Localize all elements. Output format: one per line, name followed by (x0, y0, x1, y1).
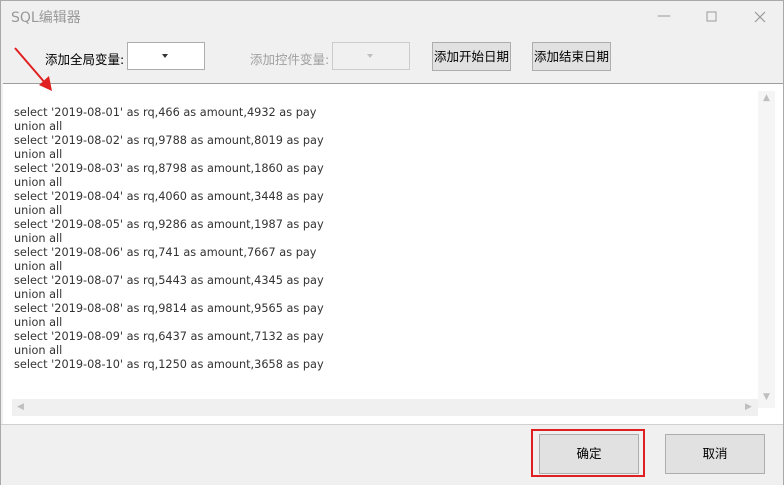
code-line: select '2019-08-06' as rq,741 as amount,… (14, 246, 317, 259)
sql-code[interactable]: select '2019-08-01' as rq,466 as amount,… (14, 106, 324, 372)
close-icon[interactable] (737, 1, 783, 32)
vertical-scrollbar[interactable]: ▲ ▼ (758, 91, 775, 408)
ok-button-highlight (531, 429, 645, 477)
code-line: select '2019-08-07' as rq,5443 as amount… (14, 274, 324, 287)
code-line: union all (14, 120, 63, 133)
code-line: union all (14, 148, 63, 161)
add-end-date-button[interactable]: 添加结束日期 (532, 42, 611, 71)
chevron-down-icon (367, 54, 373, 58)
code-line: union all (14, 344, 63, 357)
scroll-down-icon[interactable]: ▼ (763, 392, 770, 402)
sql-editor-window: SQL编辑器 — 添加全局变量: 添加控件变量: 添加开始日期 添加结束日期 s… (0, 0, 784, 485)
code-line: select '2019-08-10' as rq,1250 as amount… (14, 358, 324, 371)
close-x (754, 11, 766, 23)
control-var-select[interactable] (332, 42, 410, 70)
scroll-right-icon[interactable]: ▶ (745, 402, 752, 412)
code-line: union all (14, 260, 63, 273)
code-line: select '2019-08-09' as rq,6437 as amount… (14, 330, 324, 343)
title-bar: SQL编辑器 — (1, 1, 783, 32)
maximize-square (706, 11, 717, 22)
scroll-up-icon[interactable]: ▲ (763, 93, 770, 103)
control-var-label: 添加控件变量: (250, 52, 330, 67)
code-line: union all (14, 316, 63, 329)
code-line: select '2019-08-03' as rq,8798 as amount… (14, 162, 324, 175)
code-line: union all (14, 232, 63, 245)
dialog-footer: 确定 取消 (1, 424, 783, 485)
chevron-down-icon (162, 54, 168, 58)
maximize-icon[interactable] (689, 1, 735, 32)
window-title: SQL编辑器 (11, 10, 81, 26)
sql-editor[interactable]: select '2019-08-01' as rq,466 as amount,… (3, 83, 783, 424)
code-line: union all (14, 204, 63, 217)
code-line: select '2019-08-02' as rq,9788 as amount… (14, 134, 324, 147)
code-line: union all (14, 288, 63, 301)
scroll-left-icon[interactable]: ◀ (17, 402, 24, 412)
global-var-select[interactable] (127, 42, 205, 70)
minimize-icon[interactable]: — (641, 1, 687, 32)
code-line: select '2019-08-05' as rq,9286 as amount… (14, 218, 324, 231)
code-line: select '2019-08-04' as rq,4060 as amount… (14, 190, 324, 203)
cancel-button[interactable]: 取消 (665, 434, 765, 474)
annotation-arrow-icon (14, 47, 52, 91)
code-line: select '2019-08-01' as rq,466 as amount,… (14, 106, 317, 119)
horizontal-scrollbar[interactable]: ◀ ▶ (12, 399, 758, 416)
add-start-date-button[interactable]: 添加开始日期 (432, 42, 511, 71)
code-line: select '2019-08-08' as rq,9814 as amount… (14, 302, 324, 315)
code-line: union all (14, 176, 63, 189)
